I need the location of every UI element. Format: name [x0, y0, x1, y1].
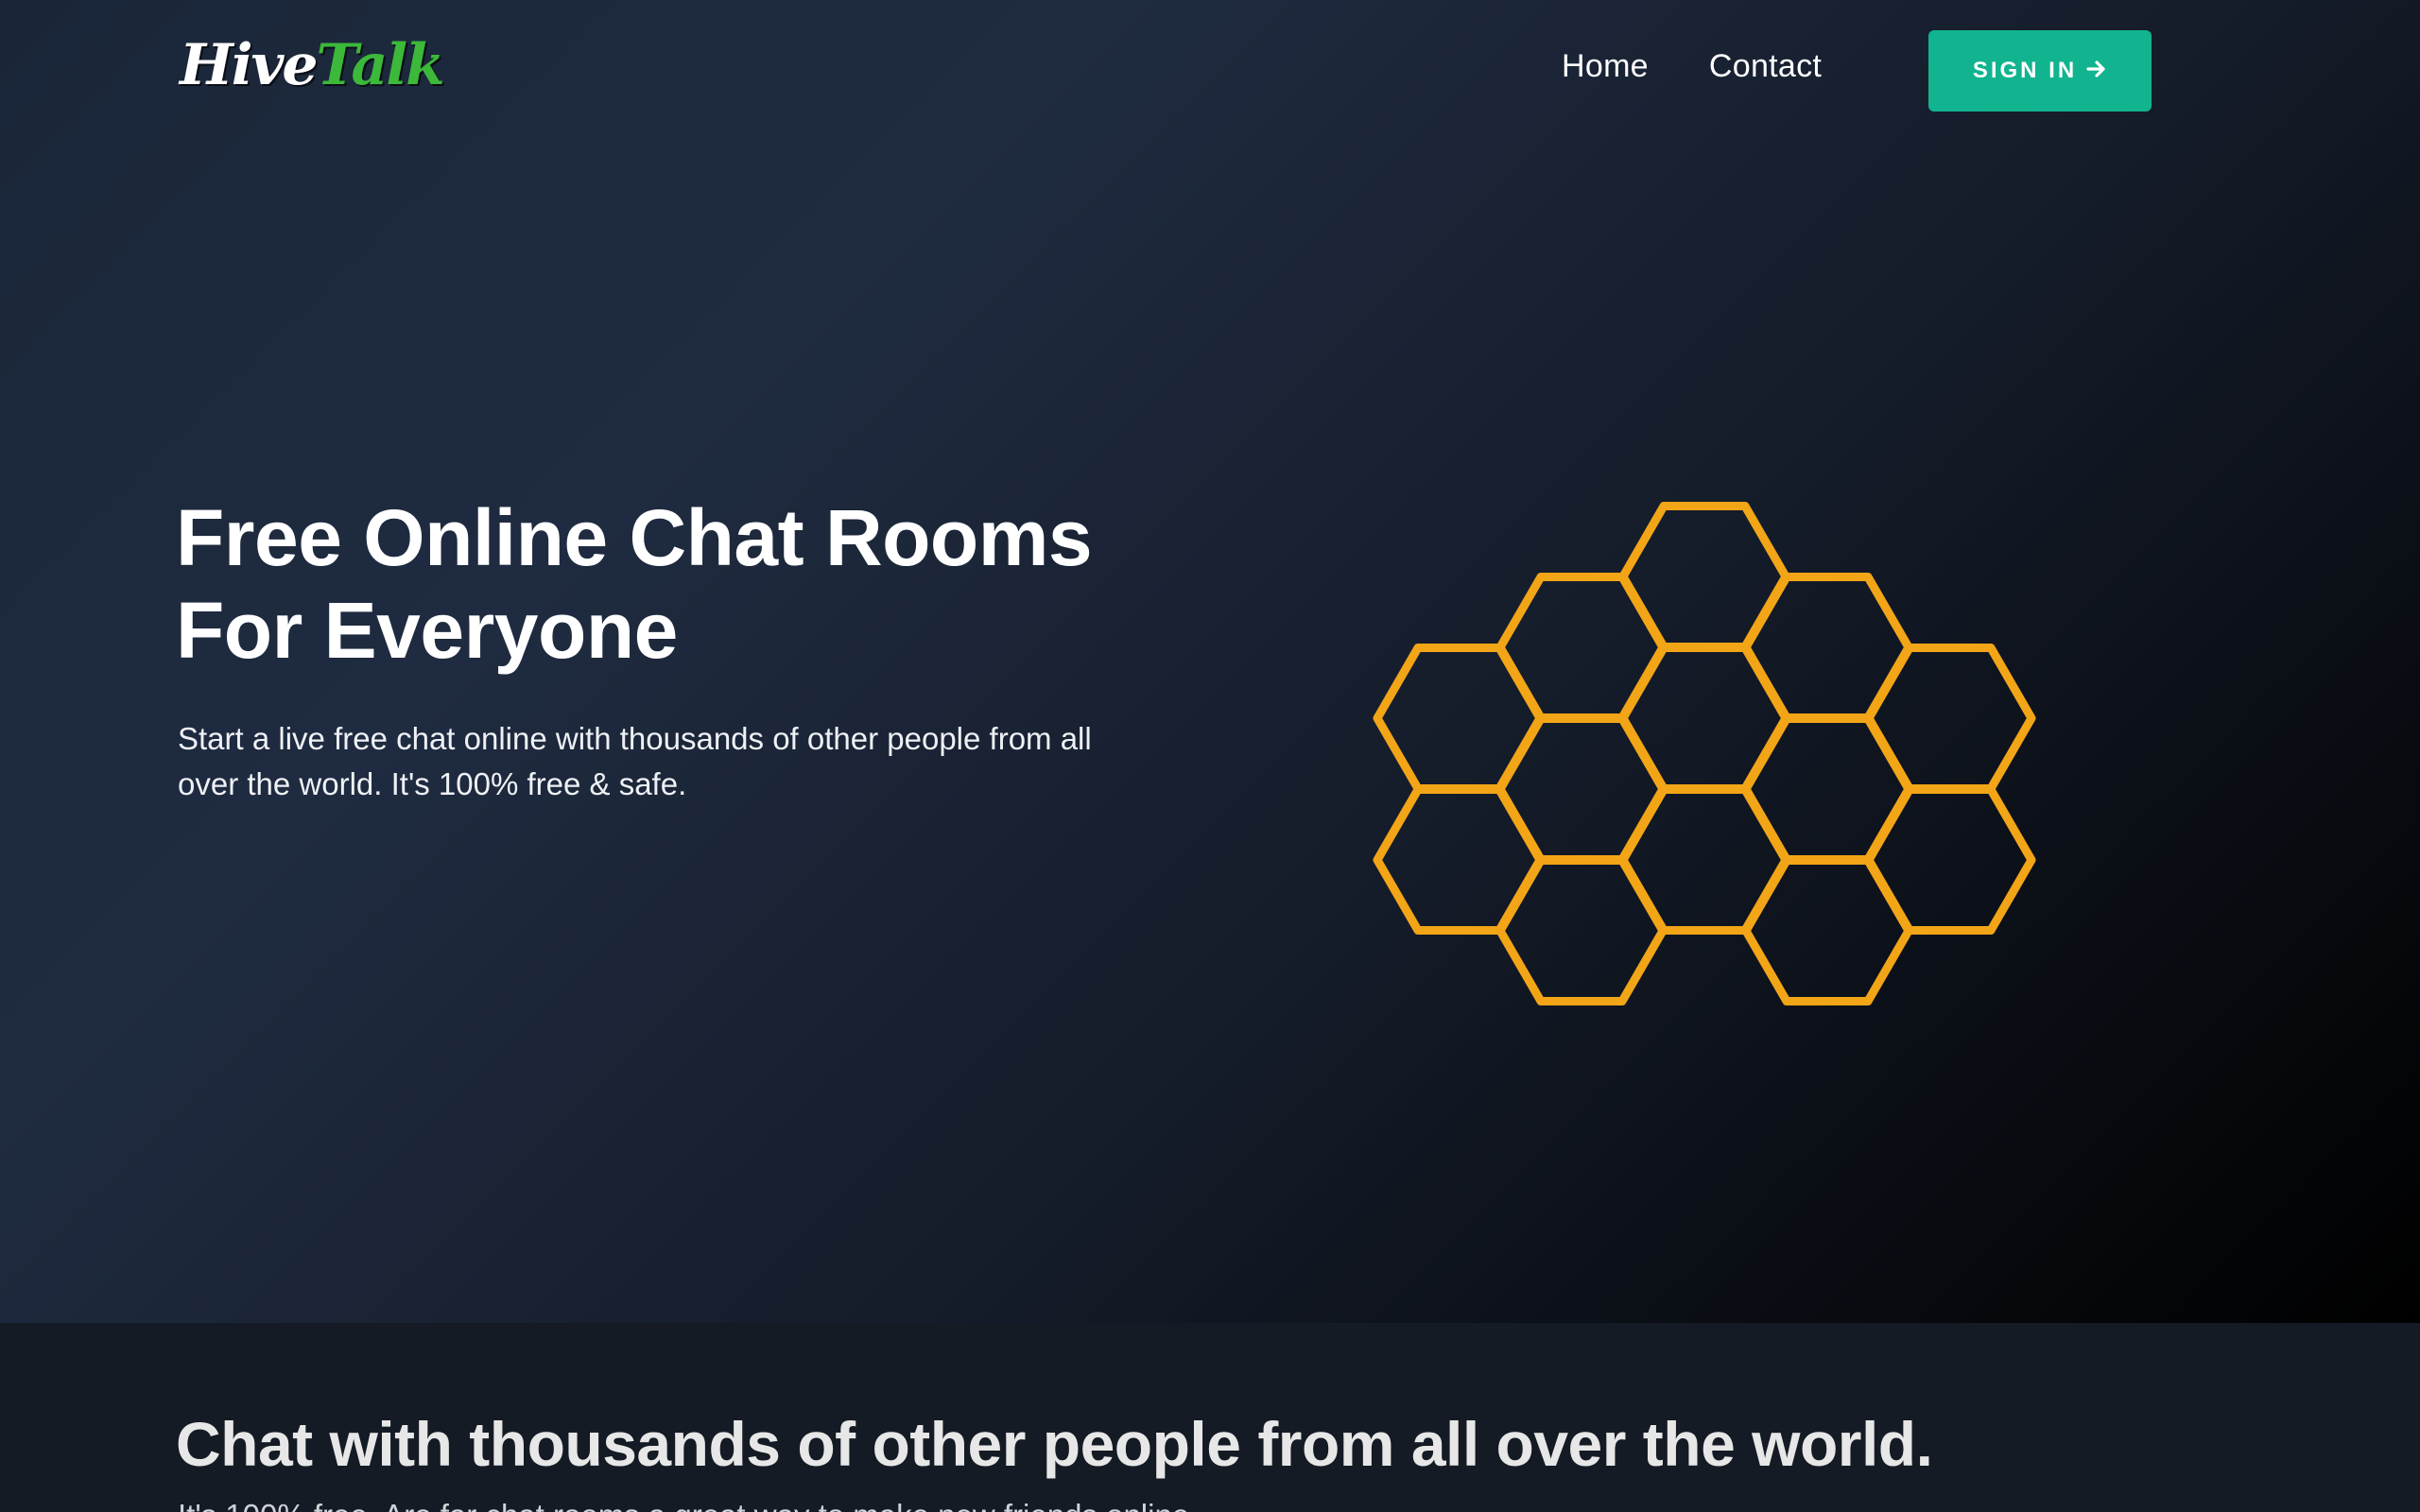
arrow-right-icon — [2086, 59, 2107, 83]
hero-title-line2: For Everyone — [176, 586, 678, 675]
nav-link-home[interactable]: Home — [1562, 45, 1649, 87]
top-navbar: Hive Talk Home Contact SIGN IN — [0, 0, 2420, 142]
hero-title: Free Online Chat Rooms For Everyone — [176, 491, 1216, 677]
nav-links: Home Contact — [1562, 45, 1822, 87]
hero-subtitle-line1: Start a live free chat online with thous… — [178, 721, 1092, 756]
logo-word-hive: Hive — [180, 32, 319, 98]
features-section: Chat with thousands of other people from… — [0, 1323, 2420, 1512]
hero-section: Hive Talk Home Contact SIGN IN Free Onli… — [0, 0, 2420, 1323]
section-title: Chat with thousands of other people from… — [176, 1409, 1933, 1479]
logo-word-talk: Talk — [316, 32, 445, 98]
hero-subtitle: Start a live free chat online with thous… — [178, 716, 1236, 807]
nav-link-contact[interactable]: Contact — [1709, 45, 1822, 87]
site-logo[interactable]: Hive Talk — [180, 32, 445, 108]
hero-subtitle-line2: over the world. It's 100% free & safe. — [178, 766, 687, 801]
honeycomb-icon — [1361, 491, 2042, 1030]
section-subtitle: It's 100% free. Are far chat rooms a gre… — [178, 1495, 1198, 1512]
sign-in-label: SIGN IN — [1972, 58, 2078, 83]
hero-title-line1: Free Online Chat Rooms — [176, 493, 1093, 582]
honeycomb-cell — [1495, 856, 1668, 1005]
honeycomb-cell — [1741, 856, 1913, 1005]
sign-in-button[interactable]: SIGN IN — [1928, 30, 2152, 112]
